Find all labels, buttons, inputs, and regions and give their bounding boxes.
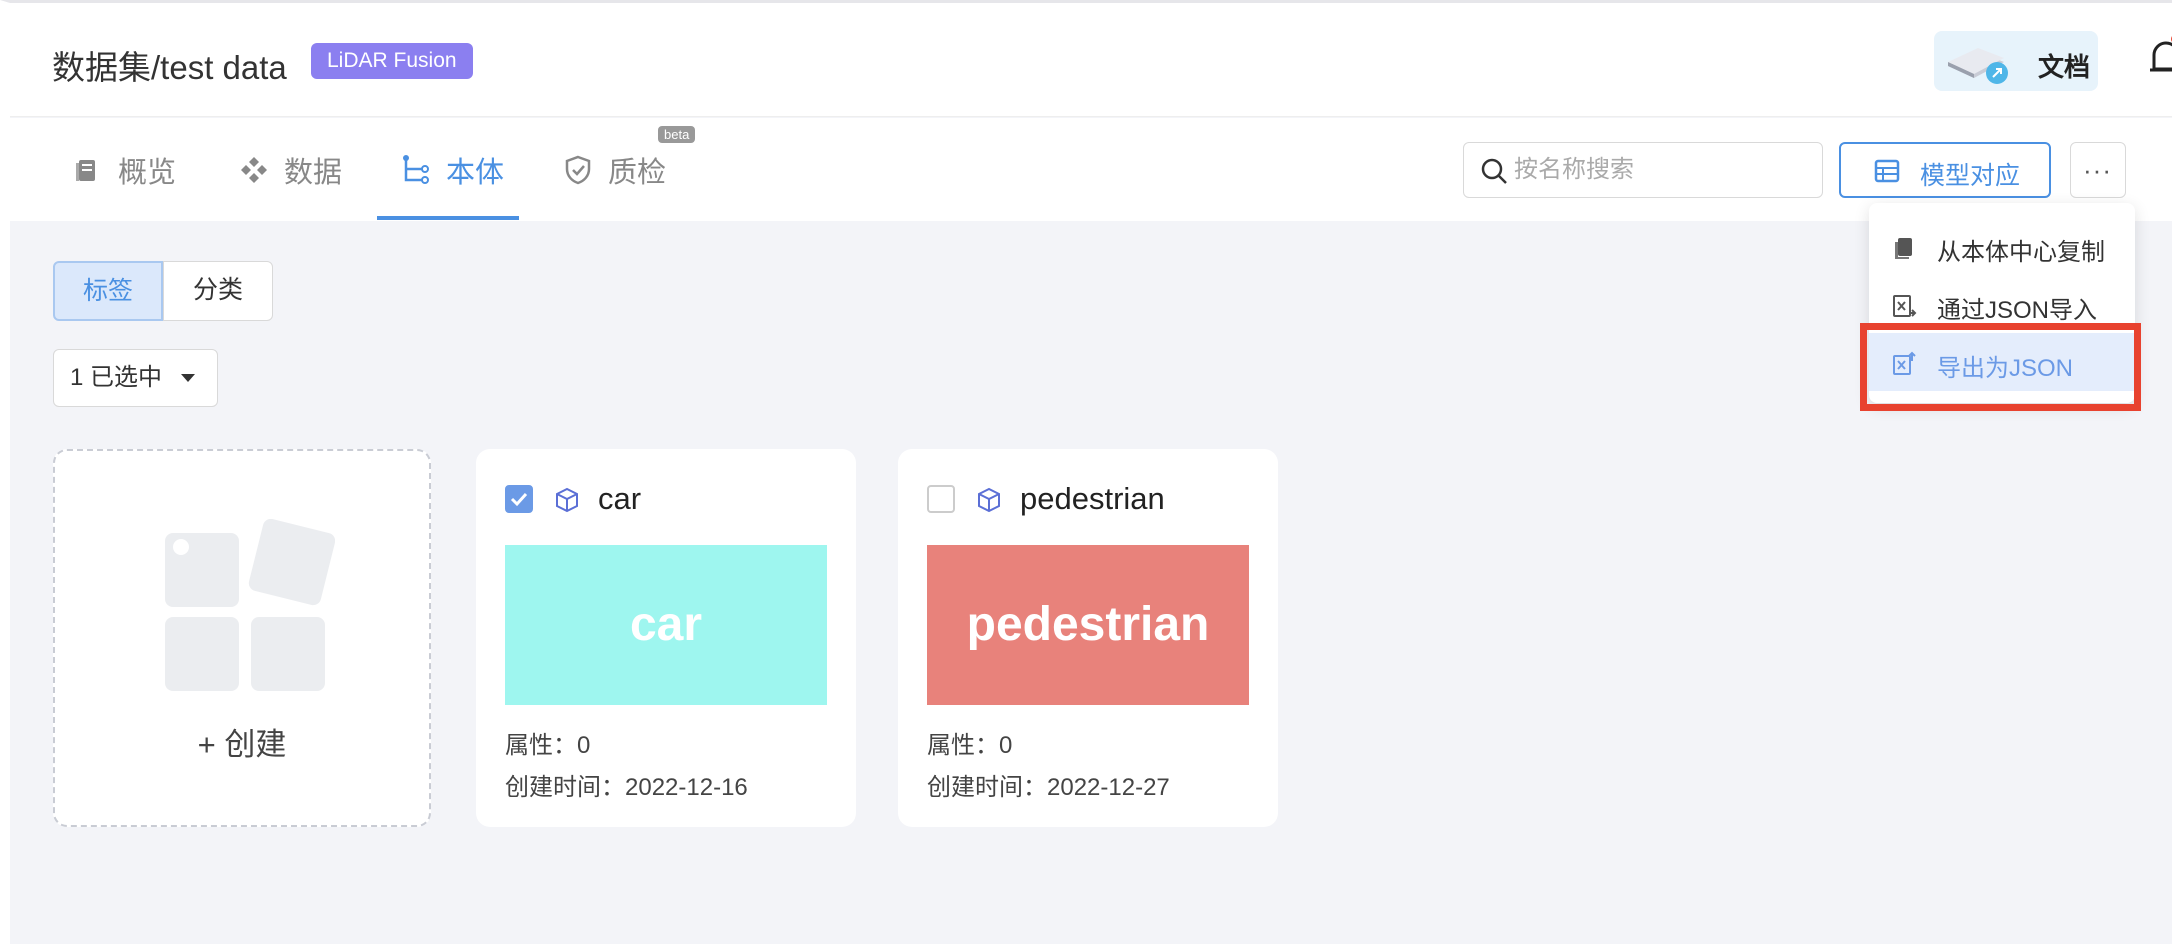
tab-bar: 概览 数据 本体 质检 beta 按名称搜索 模型对应 ··· — [10, 118, 2172, 221]
search-icon — [1481, 158, 1507, 184]
selection-value: 1 已选中 — [70, 364, 163, 391]
search-input[interactable] — [1514, 153, 1804, 187]
card-checkbox[interactable] — [927, 485, 955, 513]
card-name: pedestrian — [1020, 481, 1165, 516]
menu-item-label: 从本体中心复制 — [1937, 239, 2105, 266]
page: 数据集/test data LiDAR Fusion 文档 概览 数据 本体 质… — [0, 0, 2172, 944]
tab-ontology[interactable]: 本体 — [400, 150, 504, 190]
segment-categories[interactable]: 分类 — [163, 261, 273, 321]
ontology-card[interactable]: pedestrian pedestrian 属性：0 创建时间：2022-12-… — [898, 449, 1278, 827]
attribute-count: 属性：0 — [505, 732, 591, 759]
ellipsis-icon: ··· — [2083, 155, 2112, 185]
tab-label: 质检 — [608, 157, 667, 189]
attribute-count: 属性：0 — [927, 732, 1013, 759]
cube-icon — [978, 487, 1000, 513]
blocks-placeholder-icon — [165, 519, 335, 691]
docs-button[interactable]: 文档 — [1934, 31, 2098, 91]
more-options-button[interactable]: ··· — [2070, 142, 2126, 198]
tree-structure-icon — [403, 155, 429, 184]
docs-label: 文档 — [2038, 52, 2091, 82]
cube-icon — [556, 487, 578, 513]
tab-label: 数据 — [284, 157, 343, 189]
model-mapping-label: 模型对应 — [1920, 162, 2021, 190]
swatch-label: pedestrian — [966, 598, 1210, 651]
table-list-icon — [1874, 159, 1900, 183]
header: 数据集/test data LiDAR Fusion 文档 — [10, 3, 2172, 117]
active-tab-indicator — [377, 216, 519, 220]
menu-item-copy-from-center[interactable]: 从本体中心复制 — [1869, 217, 2135, 275]
dataset-type-badge: LiDAR Fusion — [311, 43, 473, 79]
copy-icon — [1895, 238, 1912, 259]
created-time: 创建时间：2022-12-27 — [927, 774, 1170, 801]
shield-check-icon — [565, 155, 591, 185]
tab-label: 本体 — [446, 157, 505, 189]
diamond-grid-icon — [241, 157, 267, 183]
checkmark-icon — [510, 492, 528, 507]
beta-tag: beta — [658, 126, 696, 143]
document-stack-icon — [76, 160, 95, 181]
swatch-label: car — [629, 598, 703, 651]
tab-overview[interactable]: 概览 — [72, 150, 176, 190]
card-checkbox[interactable] — [505, 485, 533, 513]
created-time: 创建时间：2022-12-16 — [505, 774, 748, 801]
bell-icon[interactable] — [2146, 33, 2172, 83]
create-label: + 创建 — [197, 727, 287, 762]
tab-label: 概览 — [118, 157, 177, 189]
create-card[interactable]: + 创建 — [53, 449, 431, 827]
card-name: car — [598, 481, 642, 516]
tab-quality-check[interactable]: 质检 — [562, 150, 666, 190]
color-swatch: pedestrian — [927, 545, 1249, 705]
menu-item-label: 通过JSON导入 — [1937, 297, 2098, 324]
color-swatch: car — [505, 545, 827, 705]
annotation-highlight-box — [1860, 323, 2141, 411]
book-icon — [1948, 48, 2008, 84]
file-import-icon — [1893, 295, 1917, 317]
selection-dropdown[interactable]: 1 已选中 — [53, 349, 218, 407]
search-box[interactable] — [1463, 142, 1823, 198]
page-title: 数据集/test data — [52, 49, 287, 86]
ontology-card[interactable]: car car 属性：0 创建时间：2022-12-16 — [476, 449, 856, 827]
tab-data[interactable]: 数据 — [238, 150, 342, 190]
segment-labels[interactable]: 标签 — [53, 261, 163, 321]
caret-down-icon — [181, 374, 195, 382]
model-mapping-button[interactable]: 模型对应 — [1839, 142, 2051, 198]
